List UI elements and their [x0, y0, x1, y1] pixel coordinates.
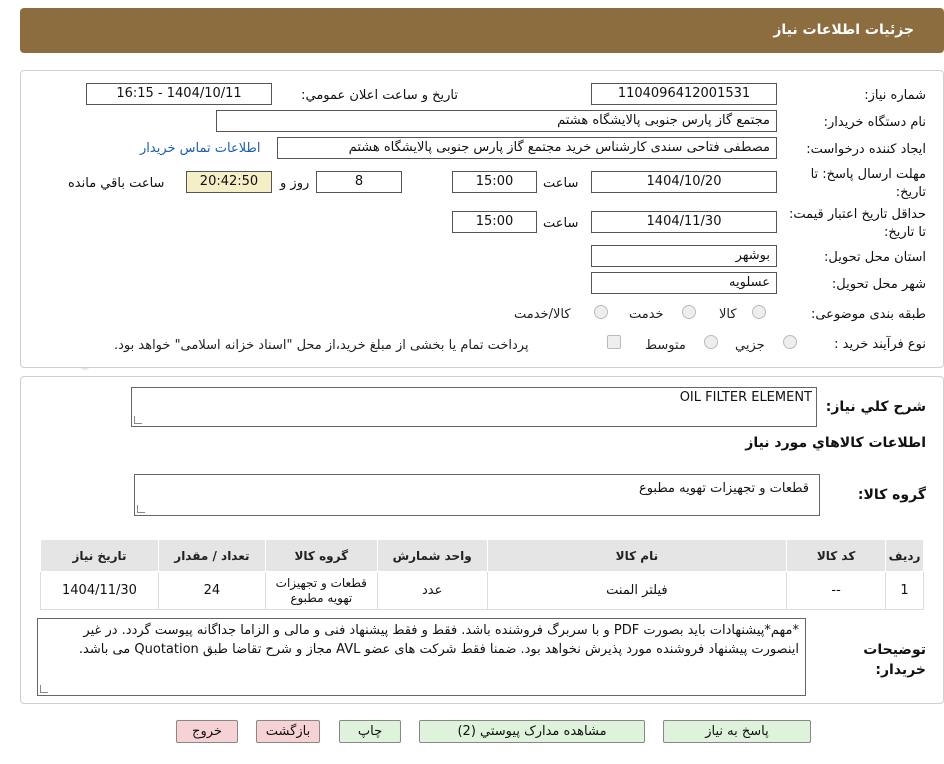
back-button[interactable]: بازگشت	[256, 720, 320, 743]
table-row: 1 -- فیلتر المنت عدد قطعات و تجهیزات تهو…	[40, 571, 924, 610]
cell-group: قطعات و تجهیزات تهویه مطبوع	[264, 571, 378, 610]
goods-info-title: اطلاعات کالاهاي مورد نياز	[745, 435, 926, 451]
province-field[interactable]: بوشهر	[591, 245, 777, 267]
category-both-radio[interactable]	[594, 305, 608, 319]
goods-group-resize-handle[interactable]	[137, 505, 145, 513]
goods-group-text: قطعات و تجهیزات تهویه مطبوع	[638, 481, 809, 496]
page-header: جزئیات اطلاعات نیاز	[20, 8, 944, 53]
goods-table-header: رديف کد کالا نام کالا واحد شمارش گروه کا…	[40, 539, 924, 572]
col-code: کد کالا	[786, 539, 887, 572]
category-service-label: خدمت	[629, 307, 664, 322]
announce-field[interactable]: 1404/10/11 - 16:15	[86, 83, 272, 105]
send-time-label: ساعت	[543, 176, 579, 191]
notes-resize-handle[interactable]	[40, 685, 48, 693]
col-name: نام کالا	[486, 539, 788, 572]
buyer-label: نام دستگاه خريدار:	[823, 115, 926, 130]
days-field[interactable]: 8	[316, 171, 402, 193]
send-date-field[interactable]: 1404/10/20	[591, 171, 777, 193]
province-label: استان محل تحويل:	[824, 250, 926, 265]
goods-group-textbox: قطعات و تجهیزات تهویه مطبوع	[134, 474, 820, 516]
reply-button[interactable]: پاسخ به نياز	[663, 720, 811, 743]
need-number-field[interactable]: 1104096412001531	[591, 83, 777, 105]
process-medium-radio[interactable]	[704, 335, 718, 349]
buyer-notes-label: توضيحات خريدار:	[863, 642, 926, 678]
category-label: طبقه بندی موضوعی:	[810, 307, 926, 322]
send-time-field[interactable]: 15:00	[452, 171, 537, 193]
summary-text: OIL FILTER ELEMENT	[679, 390, 812, 405]
col-group: گروه کالا	[264, 539, 378, 572]
col-quantity: تعداد / مقدار	[157, 539, 266, 572]
city-field[interactable]: عسلویه	[591, 272, 777, 294]
requester-label: ایجاد کننده درخواست:	[806, 142, 926, 157]
goods-table: رديف کد کالا نام کالا واحد شمارش گروه کا…	[40, 539, 924, 610]
cell-unit: عدد	[376, 571, 488, 610]
process-label: نوع فرآیند خرید :	[834, 337, 926, 352]
cell-row: 1	[885, 571, 924, 610]
view-attachments-button[interactable]: مشاهده مدارک پیوستي (2)	[419, 720, 645, 743]
category-service-radio[interactable]	[682, 305, 696, 319]
summary-label: شرح کلي نياز:	[825, 399, 926, 415]
print-button[interactable]: چاپ	[339, 720, 401, 743]
buyer-field[interactable]: مجتمع گاز پارس جنوبی پالایشگاه هشتم	[216, 110, 777, 132]
remaining-time-field: 20:42:50	[186, 171, 272, 193]
city-label: شهر محل تحويل:	[831, 277, 926, 292]
category-goods-label: کالا	[719, 307, 737, 322]
exit-button[interactable]: خروج	[176, 720, 238, 743]
summary-resize-handle[interactable]	[134, 416, 142, 424]
buyer-notes-text: *مهم*پیشنهادات باید بصورت PDF و با سربرگ…	[78, 623, 799, 657]
price-validity-label: حداقل تاريخ اعتبار قیمت: تا تاریخ:	[788, 207, 926, 240]
goods-group-label: گروه کالا:	[857, 487, 926, 503]
buyer-notes-textbox: *مهم*پیشنهادات باید بصورت PDF و با سربرگ…	[37, 618, 806, 696]
cell-code: --	[786, 571, 887, 610]
category-both-label: کالا/خدمت	[514, 307, 571, 322]
announce-label: تاریخ و ساعت اعلان عمومي:	[301, 88, 458, 103]
cell-name: فیلتر المنت	[486, 571, 788, 610]
days-label: روز و	[280, 176, 310, 191]
page-title: جزئیات اطلاعات نیاز	[773, 22, 914, 38]
col-need-date: تاريخ نياز	[40, 539, 159, 572]
remaining-label: ساعت باقي مانده	[68, 176, 165, 191]
treasury-payment-checkbox[interactable]	[607, 335, 621, 349]
col-row: رديف	[885, 539, 924, 572]
price-date-field[interactable]: 1404/11/30	[591, 211, 777, 233]
cell-need-date: 1404/11/30	[40, 571, 159, 610]
process-minor-radio[interactable]	[783, 335, 797, 349]
price-time-field[interactable]: 15:00	[452, 211, 537, 233]
category-goods-radio[interactable]	[752, 305, 766, 319]
cell-quantity: 24	[157, 571, 266, 610]
requester-field[interactable]: مصطفی فتاحی سندی کارشناس خرید مجتمع گاز …	[277, 137, 777, 159]
send-deadline-label: مهلت ارسال پاسخ: تا تاریخ:	[810, 167, 926, 200]
contact-buyer-link[interactable]: اطلاعات تماس خریدار	[140, 141, 260, 156]
price-time-label: ساعت	[543, 216, 579, 231]
treasury-payment-text: پرداخت تمام یا بخشی از مبلغ خرید،از محل …	[114, 338, 529, 353]
need-number-label: شماره نیاز:	[864, 88, 926, 103]
col-unit: واحد شمارش	[376, 539, 488, 572]
process-medium-label: متوسط	[645, 338, 686, 353]
summary-textbox: OIL FILTER ELEMENT	[131, 387, 817, 427]
process-minor-label: جزیي	[735, 338, 765, 353]
